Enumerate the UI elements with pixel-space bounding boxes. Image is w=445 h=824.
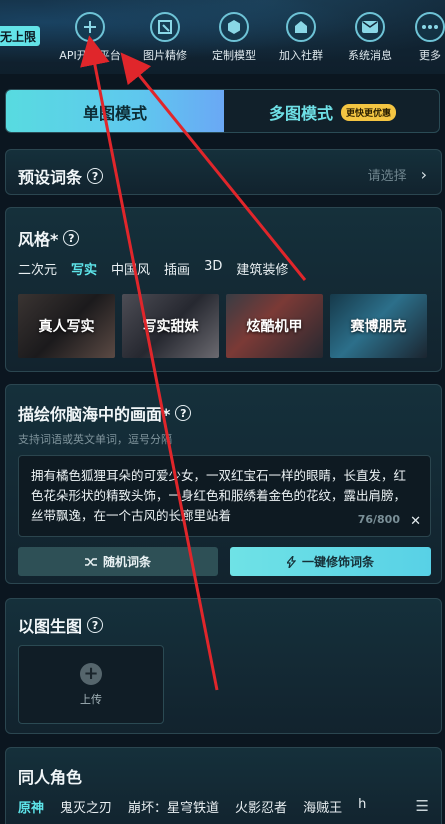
prompt-hint: 支持词语或英文单词，逗号分隔 (18, 433, 172, 446)
style-tab-illustration[interactable]: 插画 (164, 259, 190, 278)
mode-tabs: 单图模式 多图模式 更快更优惠 (5, 89, 440, 133)
prompt-textarea[interactable]: 拥有橘色狐狸耳朵的可爱少女，一双红宝石一样的眼睛，长直发，红色花朵形状的精致头饰… (18, 455, 431, 537)
prompt-title-row: 描绘你脑海中的画面* ? (18, 401, 192, 425)
unlimited-badge: 无上限 (0, 26, 40, 46)
preset-placeholder: 请选择 (367, 169, 407, 184)
tab-multi-label: 多图模式 (268, 104, 333, 123)
fan-tab-one-piece[interactable]: 海贼王 (303, 797, 342, 816)
img2img-title: 以图生图 (18, 617, 83, 636)
fan-title: 同人角色 (18, 768, 83, 787)
mail-icon (355, 12, 385, 42)
char-counter: 76/800 (357, 513, 400, 526)
nav-label: 加入社群 (279, 49, 323, 62)
preset-title-row: 预设词条 ? (18, 164, 104, 188)
style-title: 风格* (18, 230, 59, 249)
style-tab-3d[interactable]: 3D (204, 259, 222, 278)
tab-multi-image[interactable]: 多图模式 更快更优惠 (224, 90, 439, 132)
img2img-title-row: 以图生图 ? (18, 613, 104, 637)
preset-title: 预设词条 (18, 168, 83, 187)
image-edit-icon (150, 12, 180, 42)
style-thumb[interactable]: 炫酷机甲 (226, 294, 323, 358)
style-thumb[interactable]: 真人写实 (18, 294, 115, 358)
tab-single-image[interactable]: 单图模式 (6, 90, 224, 132)
help-icon[interactable]: ? (87, 617, 104, 633)
random-prompt-button[interactable]: 随机词条 (18, 547, 218, 576)
help-icon[interactable]: ? (175, 405, 192, 421)
fan-tab-naruto[interactable]: 火影忍者 (235, 797, 287, 816)
style-card: 风格* ? 二次元 写实 中国风 插画 3D 建筑装修 真人写实 写实甜妹 炫酷… (5, 207, 442, 372)
menu-icon[interactable]: ☰ (416, 797, 429, 815)
fan-tab-honkai-star-rail[interactable]: 崩坏：星穹铁道 (128, 797, 219, 816)
nav-label: 图片精修 (143, 49, 187, 62)
nav-label: API开放平台 (59, 49, 121, 62)
style-title-row: 风格* ? (18, 226, 80, 250)
top-nav: 无上限 API开放平台 图片精修 定制模型 加入社群 系统消息 更多 (0, 0, 445, 74)
plus-icon: + (80, 662, 102, 685)
more-icon (415, 12, 445, 42)
preset-card: 预设词条 ? 请选择 › (5, 149, 442, 195)
promo-badge: 更快更优惠 (341, 103, 397, 121)
clear-icon[interactable]: ✕ (410, 512, 421, 532)
style-tab-chinese[interactable]: 中国风 (111, 259, 150, 278)
help-icon[interactable]: ? (63, 230, 80, 246)
style-tab-anime[interactable]: 二次元 (18, 259, 57, 278)
style-tab-realistic[interactable]: 写实 (71, 259, 97, 278)
prompt-title: 描绘你脑海中的画面* (18, 405, 171, 424)
help-icon[interactable]: ? (87, 168, 104, 184)
nav-item-refine[interactable]: 图片精修 (128, 12, 202, 62)
style-thumb[interactable]: 写实甜妹 (122, 294, 219, 358)
prompt-card: 描绘你脑海中的画面* ? 支持词语或英文单词，逗号分隔 拥有橘色狐狸耳朵的可爱少… (5, 384, 442, 584)
plus-circle-icon (75, 12, 105, 42)
cube-icon (219, 12, 249, 42)
fan-character-card: 同人角色 原神 鬼灭之刃 崩坏：星穹铁道 火影忍者 海贼王 h ☰ (5, 747, 442, 824)
fan-tabs: 原神 鬼灭之刃 崩坏：星穹铁道 火影忍者 海贼王 h (18, 797, 366, 816)
style-category-tabs: 二次元 写实 中国风 插画 3D 建筑装修 (18, 259, 288, 278)
nav-label: 定制模型 (212, 49, 256, 62)
shuffle-icon (84, 557, 97, 566)
enhance-prompt-button[interactable]: 一键修饰词条 (230, 547, 431, 576)
fan-tab-genshin[interactable]: 原神 (18, 797, 44, 816)
fan-tab-demon-slayer[interactable]: 鬼灭之刃 (60, 797, 112, 816)
nav-item-more[interactable]: 更多 (393, 12, 445, 62)
nav-item-api[interactable]: API开放平台 (53, 12, 127, 62)
chevron-right-icon: › (420, 165, 427, 184)
nav-item-custom-model[interactable]: 定制模型 (197, 12, 271, 62)
prompt-text: 拥有橘色狐狸耳朵的可爱少女，一双红宝石一样的眼睛，长直发，红色花朵形状的精致头饰… (31, 468, 407, 523)
random-prompt-label: 随机词条 (102, 555, 151, 569)
nav-item-community[interactable]: 加入社群 (264, 12, 338, 62)
upload-box[interactable]: + 上传 (18, 645, 164, 724)
preset-select[interactable]: 请选择 › (368, 165, 427, 184)
lightning-icon (286, 555, 296, 568)
upload-label: 上传 (80, 692, 102, 706)
img2img-card: 以图生图 ? + 上传 (5, 598, 442, 734)
fan-tab-truncated[interactable]: h (358, 797, 366, 816)
enhance-prompt-label: 一键修饰词条 (301, 555, 374, 569)
style-tab-architecture[interactable]: 建筑装修 (236, 259, 288, 278)
style-thumbs: 真人写实 写实甜妹 炫酷机甲 赛博朋克 (18, 294, 427, 358)
style-thumb[interactable]: 赛博朋克 (330, 294, 427, 358)
community-icon (286, 12, 316, 42)
nav-label: 更多 (419, 49, 441, 62)
